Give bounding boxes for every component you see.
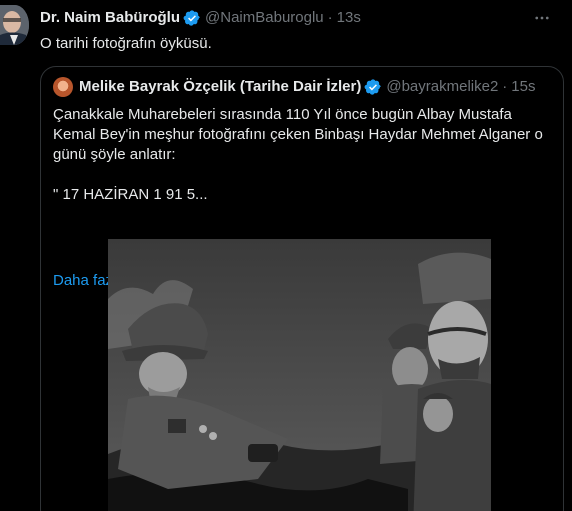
author-avatar[interactable] bbox=[0, 5, 29, 45]
quoted-post[interactable]: Melike Bayrak Özçelik (Tarihe Dair İzler… bbox=[40, 66, 564, 511]
quoted-author-name[interactable]: Melike Bayrak Özçelik (Tarihe Dair İzler… bbox=[79, 77, 361, 97]
quoted-header: Melike Bayrak Özçelik (Tarihe Dair İzler… bbox=[53, 77, 535, 97]
separator-dot: · bbox=[327, 9, 333, 26]
verified-badge-icon[interactable] bbox=[183, 9, 201, 27]
separator-dot: · bbox=[502, 78, 508, 95]
quoted-text-paragraph: " 17 HAZİRAN 1 91 5... bbox=[53, 186, 208, 203]
historical-photo[interactable] bbox=[108, 239, 491, 511]
quoted-text: Çanakkale Muharebeleri sırasında 110 Yıl… bbox=[53, 105, 553, 205]
tweet[interactable]: Dr. Naim Babüroğlu @NaimBaburoglu · 13s … bbox=[0, 0, 572, 511]
more-options-icon[interactable] bbox=[530, 8, 554, 28]
verified-badge-icon[interactable] bbox=[364, 78, 382, 96]
author-name[interactable]: Dr. Naim Babüroğlu bbox=[40, 9, 180, 27]
author-handle[interactable]: @NaimBaburoglu bbox=[205, 9, 324, 27]
post-header: Dr. Naim Babüroğlu @NaimBaburoglu · 13s bbox=[40, 9, 361, 27]
quoted-author-avatar[interactable] bbox=[53, 77, 73, 97]
quoted-post-time[interactable]: 15s bbox=[511, 77, 535, 97]
post-text: O tarihi fotoğrafın öyküsü. bbox=[40, 35, 212, 52]
post-time[interactable]: 13s bbox=[337, 9, 361, 27]
quoted-text-paragraph: Çanakkale Muharebeleri sırasında 110 Yıl… bbox=[53, 106, 543, 163]
quoted-author-handle[interactable]: @bayrakmelike2 bbox=[386, 77, 498, 97]
